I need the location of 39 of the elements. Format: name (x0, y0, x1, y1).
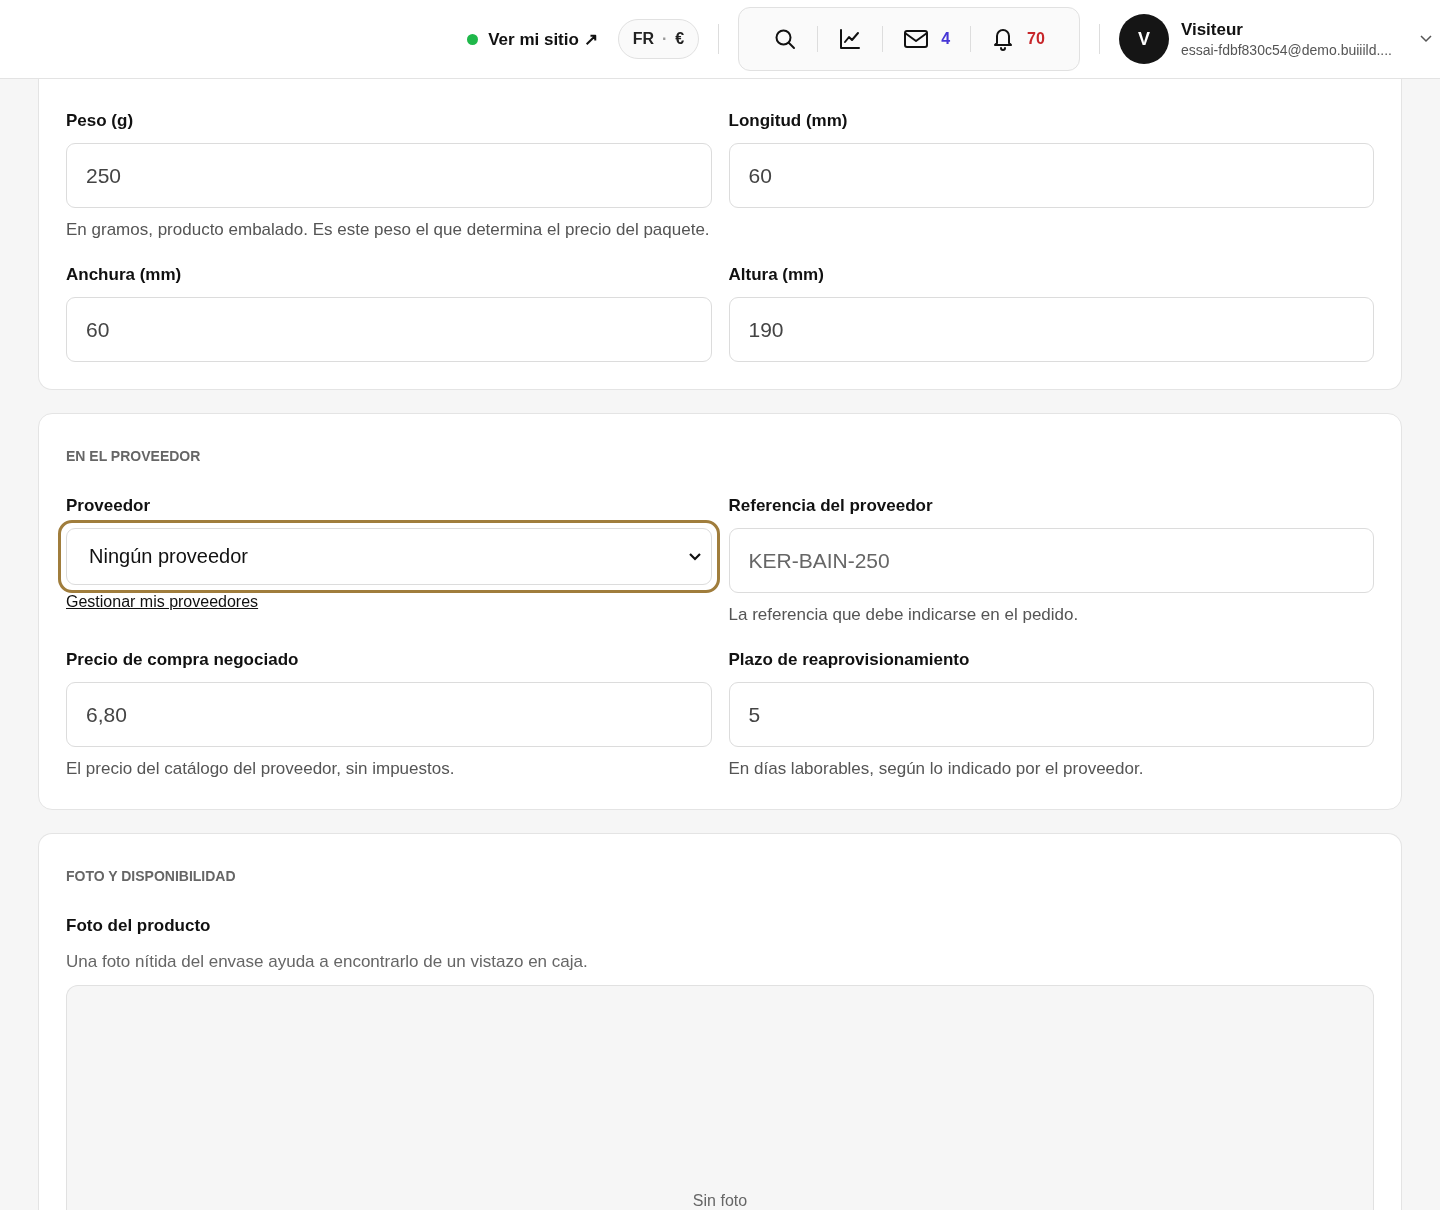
help-text: En gramos, producto embalado. Es este peso el que determina el precio del paquete. (66, 219, 711, 241)
field-label: Altura (mm) (728, 265, 825, 285)
avatar[interactable]: V (1118, 14, 1169, 64)
help-text: El precio del catálogo del proveedor, sin impuestos. (66, 758, 456, 780)
field-label: Anchura (mm) (66, 265, 183, 285)
input-field[interactable]: 5 (728, 682, 1374, 747)
field-label: Peso (g) (66, 111, 135, 131)
input-field[interactable]: 250 (66, 143, 712, 208)
help-text: Una foto nítida del envase ayuda a encontrarlo de un vistazo en caja. (66, 951, 589, 973)
user-email: essai-fdbf830c54@demo.buiiild.... (1180, 42, 1392, 58)
field-label: Plazo de reaprovisionamiento (728, 650, 971, 670)
field-label: Foto del producto (66, 916, 212, 936)
field-label: Referencia del proveedor (728, 496, 934, 516)
help-text: En días laborables, según lo indicado por el proveedor. (728, 758, 1145, 780)
section-title: FOTO Y DISPONIBILIDAD (66, 868, 237, 884)
input-field[interactable]: KER-BAIN-250 (728, 528, 1374, 593)
chevron-down-icon[interactable] (1420, 35, 1432, 43)
input-field[interactable]: 6,80 (66, 682, 712, 747)
user-name: Visiteur (1180, 20, 1244, 40)
locale-button[interactable]: FR · € (617, 19, 700, 59)
input-field[interactable]: 60 (728, 143, 1374, 208)
search-icon (773, 27, 798, 51)
input-field[interactable]: 60 (66, 297, 712, 362)
help-text: La referencia que debe indicarse en el pedido. (728, 604, 1080, 626)
line-chart-icon (838, 27, 863, 51)
input-field[interactable]: 190 (728, 297, 1374, 362)
field-label: Longitud (mm) (728, 111, 849, 131)
select-field[interactable]: Ningún proveedor (66, 528, 712, 585)
manage-link[interactable]: Gestionar mis proveedores (66, 593, 259, 611)
field-label: Precio de compra negociado (66, 650, 300, 670)
photo-dropzone[interactable]: Sin foto (66, 985, 1374, 1210)
section-title: EN EL PROVEEDOR (66, 448, 202, 464)
empty-photo-text: Sin foto (692, 1192, 748, 1210)
site-link[interactable]: Ver mi sitio ↗ (488, 28, 598, 50)
bell-button[interactable]: 70 (971, 19, 1065, 59)
chevron-down-icon (688, 552, 701, 561)
mail-icon (903, 28, 930, 50)
field-label: Proveedor (66, 496, 152, 516)
mail-button[interactable]: 4 (883, 19, 971, 59)
